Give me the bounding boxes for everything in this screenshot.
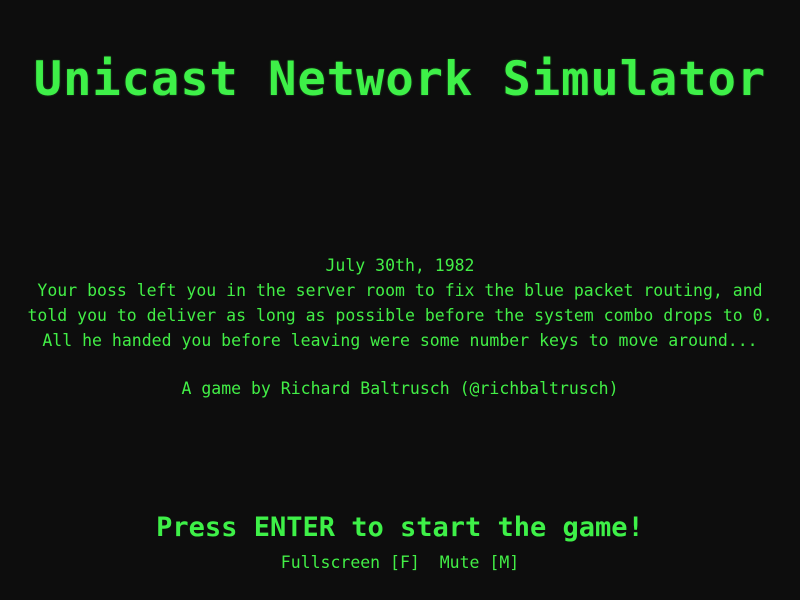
options-separator — [420, 553, 440, 572]
game-screen: Unicast Network Simulator July 30th, 198… — [0, 0, 800, 600]
credits: A game by Richard Baltrusch (@richbaltru… — [181, 379, 619, 398]
story-date: July 30th, 1982 — [325, 256, 475, 275]
intro-story: July 30th, 1982 Your boss left you in th… — [0, 253, 800, 353]
story-line-1: Your boss left you in the server room to… — [37, 281, 763, 300]
fullscreen-toggle[interactable]: Fullscreen [F] — [281, 553, 420, 572]
mute-toggle[interactable]: Mute [M] — [440, 553, 519, 572]
options-bar: Fullscreen [F] Mute [M] — [0, 552, 800, 574]
start-game-prompt[interactable]: Press ENTER to start the game! — [0, 512, 800, 543]
game-title: Unicast Network Simulator — [33, 52, 767, 107]
story-line-2: told you to deliver as long as possible … — [27, 306, 773, 325]
story-line-3: All he handed you before leaving were so… — [42, 331, 758, 350]
